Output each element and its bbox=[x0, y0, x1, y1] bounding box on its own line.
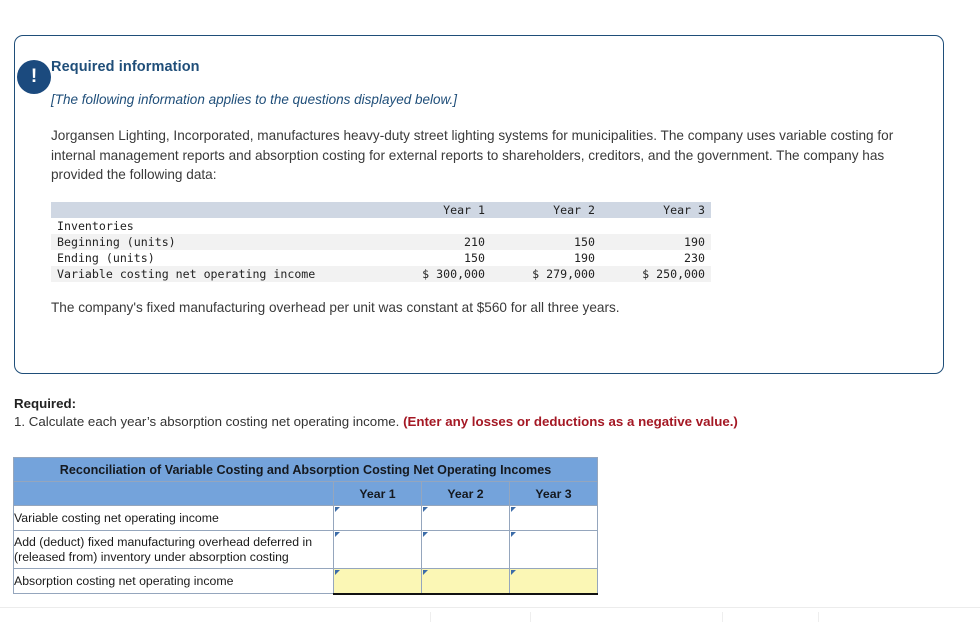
given-col-year1: Year 1 bbox=[381, 202, 491, 218]
reconciliation-col-year2: Year 2 bbox=[422, 482, 510, 506]
fixed-overhead-note: The company's fixed manufacturing overhe… bbox=[51, 298, 909, 318]
exclamation-icon: ! bbox=[17, 60, 51, 94]
cell-corner-flag-icon bbox=[423, 570, 428, 580]
row-value-year2 bbox=[491, 218, 601, 234]
row-value-year3 bbox=[601, 218, 711, 234]
row-value-year3: 230 bbox=[601, 250, 711, 266]
cell-corner-flag-icon bbox=[335, 570, 340, 580]
given-data-tbody: Inventories Beginning (units) 210 150 19… bbox=[51, 218, 711, 282]
applies-note: [The following information applies to th… bbox=[51, 92, 909, 107]
toolbar-divider bbox=[722, 612, 723, 622]
row-label: Beginning (units) bbox=[51, 234, 381, 250]
table-row: Beginning (units) 210 150 190 bbox=[51, 234, 711, 250]
row-label-fixed-overhead-deferred: Add (deduct) fixed manufacturing overhea… bbox=[14, 531, 334, 569]
row-value-year2: 190 bbox=[491, 250, 601, 266]
required-label: Required: bbox=[14, 396, 954, 411]
row-label: Ending (units) bbox=[51, 250, 381, 266]
cell-corner-flag-icon bbox=[335, 532, 340, 542]
row-value-year1: $ 300,000 bbox=[381, 266, 491, 282]
row-value-year1: 150 bbox=[381, 250, 491, 266]
required-question: 1. Calculate each year’s absorption cost… bbox=[14, 414, 954, 429]
table-row: Variable costing net operating income $ … bbox=[51, 266, 711, 282]
row-value-year1 bbox=[381, 218, 491, 234]
cell-corner-flag-icon bbox=[423, 532, 428, 542]
given-data-table: Year 1 Year 2 Year 3 Inventories Beginni… bbox=[51, 202, 711, 282]
row-value-year1: 210 bbox=[381, 234, 491, 250]
panel-content: Required information [The following info… bbox=[15, 36, 943, 317]
reconciliation-title-row: Reconciliation of Variable Costing and A… bbox=[14, 458, 598, 482]
table-row: Add (deduct) fixed manufacturing overhea… bbox=[14, 531, 598, 569]
input-fixed-overhead-deferred-year1[interactable] bbox=[334, 531, 422, 569]
toolbar-divider bbox=[818, 612, 819, 622]
row-label-variable-costing-income: Variable costing net operating income bbox=[14, 506, 334, 531]
reconciliation-title: Reconciliation of Variable Costing and A… bbox=[14, 458, 598, 482]
scenario-paragraph: Jorgansen Lighting, Incorporated, manufa… bbox=[51, 126, 909, 185]
reconciliation-tbody: Reconciliation of Variable Costing and A… bbox=[14, 458, 598, 594]
given-col-label bbox=[51, 202, 381, 218]
table-row: Ending (units) 150 190 230 bbox=[51, 250, 711, 266]
input-absorption-costing-income-year3[interactable] bbox=[510, 569, 598, 594]
row-value-year3: $ 250,000 bbox=[601, 266, 711, 282]
bottom-toolbar-strip bbox=[0, 607, 980, 622]
table-row: Inventories bbox=[51, 218, 711, 234]
cell-corner-flag-icon bbox=[335, 507, 340, 517]
reconciliation-header-row: Year 1 Year 2 Year 3 bbox=[14, 482, 598, 506]
input-variable-costing-income-year3[interactable] bbox=[510, 506, 598, 531]
reconciliation-col-year3: Year 3 bbox=[510, 482, 598, 506]
page-root: ! Required information [The following in… bbox=[0, 0, 980, 622]
input-absorption-costing-income-year1[interactable] bbox=[334, 569, 422, 594]
given-data-header-row: Year 1 Year 2 Year 3 bbox=[51, 202, 711, 218]
row-label-absorption-costing-income: Absorption costing net operating income bbox=[14, 569, 334, 594]
cell-corner-flag-icon bbox=[511, 532, 516, 542]
question-text: Calculate each year’s absorption costing… bbox=[29, 414, 400, 429]
toolbar-divider bbox=[530, 612, 531, 622]
input-fixed-overhead-deferred-year3[interactable] bbox=[510, 531, 598, 569]
question-number: 1. bbox=[14, 414, 25, 429]
cell-corner-flag-icon bbox=[423, 507, 428, 517]
reconciliation-table: Reconciliation of Variable Costing and A… bbox=[13, 457, 598, 595]
cell-corner-flag-icon bbox=[511, 507, 516, 517]
table-row: Variable costing net operating income bbox=[14, 506, 598, 531]
row-value-year3: 190 bbox=[601, 234, 711, 250]
required-information-panel: ! Required information [The following in… bbox=[14, 35, 944, 374]
reconciliation-table-wrap: Reconciliation of Variable Costing and A… bbox=[13, 457, 598, 595]
given-data-thead: Year 1 Year 2 Year 3 bbox=[51, 202, 711, 218]
negative-value-note: (Enter any losses or deductions as a neg… bbox=[403, 414, 738, 429]
given-col-year3: Year 3 bbox=[601, 202, 711, 218]
row-value-year2: $ 279,000 bbox=[491, 266, 601, 282]
row-label: Inventories bbox=[51, 218, 381, 234]
input-variable-costing-income-year1[interactable] bbox=[334, 506, 422, 531]
input-absorption-costing-income-year2[interactable] bbox=[422, 569, 510, 594]
toolbar-divider bbox=[430, 612, 431, 622]
given-col-year2: Year 2 bbox=[491, 202, 601, 218]
input-fixed-overhead-deferred-year2[interactable] bbox=[422, 531, 510, 569]
panel-heading: Required information bbox=[51, 59, 909, 75]
row-label: Variable costing net operating income bbox=[51, 266, 381, 282]
cell-corner-flag-icon bbox=[511, 570, 516, 580]
reconciliation-col-blank bbox=[14, 482, 334, 506]
row-value-year2: 150 bbox=[491, 234, 601, 250]
table-row: Absorption costing net operating income bbox=[14, 569, 598, 594]
required-section: Required: 1. Calculate each year’s absor… bbox=[14, 396, 954, 429]
input-variable-costing-income-year2[interactable] bbox=[422, 506, 510, 531]
reconciliation-col-year1: Year 1 bbox=[334, 482, 422, 506]
